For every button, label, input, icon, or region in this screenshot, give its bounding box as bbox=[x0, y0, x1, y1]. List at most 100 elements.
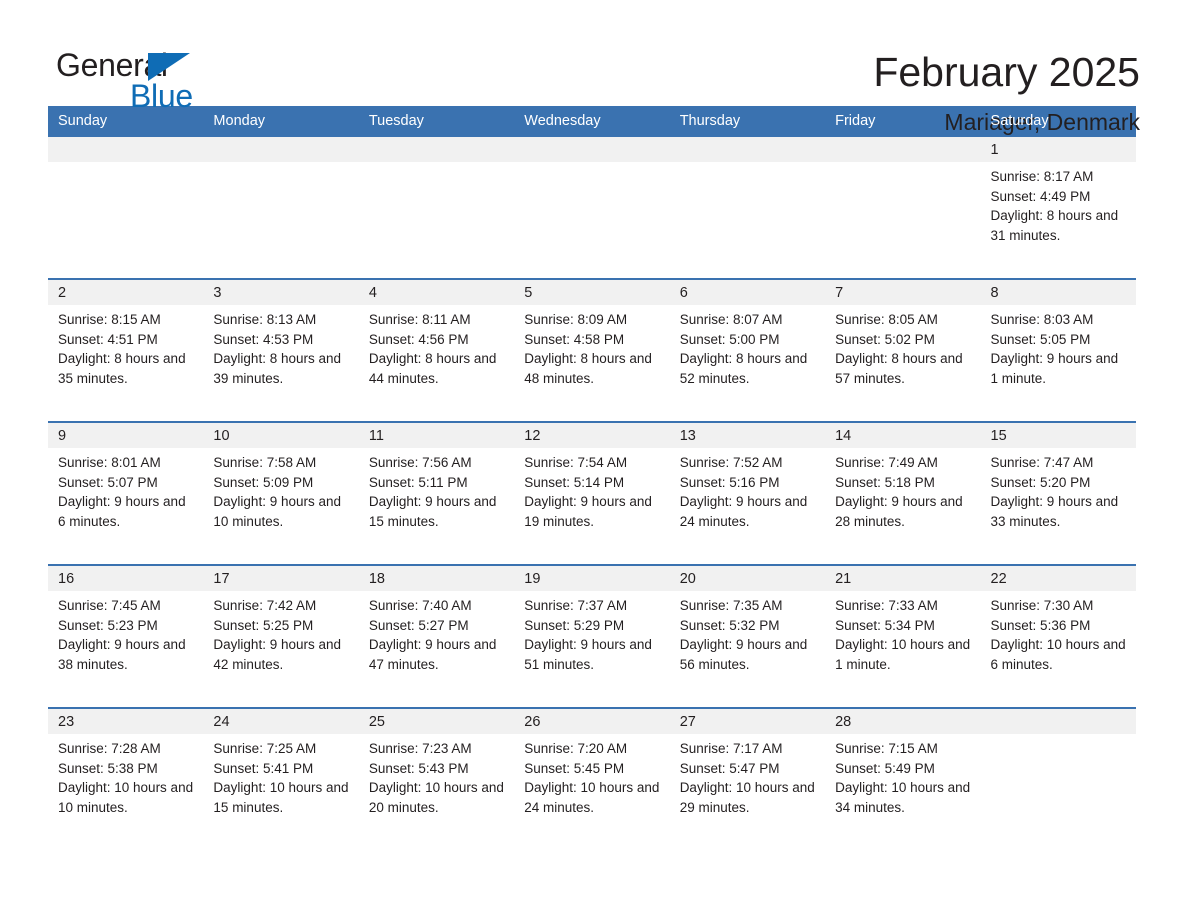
day-cell-inner: 22 Sunrise: 7:30 AM Sunset: 5:36 PM Dayligh… bbox=[980, 566, 1136, 699]
sunrise-text: Sunrise: 7:42 AM bbox=[213, 598, 317, 613]
day-cell-inner bbox=[825, 137, 981, 270]
calendar-day-cell[interactable]: 6 Sunrise: 8:07 AM Sunset: 5:00 PM Daylight… bbox=[669, 278, 826, 413]
day-cell-inner: 25 Sunrise: 7:23 AM Sunset: 5:43 PM Dayligh… bbox=[358, 709, 515, 842]
daylight-text: Daylight: 10 hours and 20 minutes. bbox=[368, 780, 504, 815]
sunrise-text: Sunrise: 8:17 AM bbox=[990, 169, 1094, 184]
day-number bbox=[48, 137, 204, 162]
sunset-text: Sunset: 5:07 PM bbox=[58, 474, 158, 490]
day-cell-inner: 27 Sunrise: 7:17 AM Sunset: 5:47 PM Dayligh… bbox=[669, 709, 826, 842]
calendar-day-cell[interactable]: 2 Sunrise: 8:15 AM Sunset: 4:51 PM Daylight… bbox=[48, 278, 204, 413]
daylight-text: Daylight: 9 hours and 28 minutes. bbox=[835, 494, 963, 529]
day-cell-inner: 20 Sunrise: 7:35 AM Sunset: 5:32 PM Dayligh… bbox=[669, 566, 826, 699]
day-number: 17 bbox=[203, 566, 359, 591]
sunset-text: Sunset: 4:53 PM bbox=[213, 331, 314, 347]
day-cell-inner: 18 Sunrise: 7:40 AM Sunset: 5:27 PM Dayligh… bbox=[358, 566, 515, 699]
calendar-day-cell-empty bbox=[203, 137, 359, 270]
day-details: Sunrise: 7:58 AM Sunset: 5:09 PM Daylight:… bbox=[203, 448, 358, 531]
day-details: Sunrise: 7:40 AM Sunset: 5:27 PM Daylight:… bbox=[359, 591, 514, 674]
day-number: 24 bbox=[203, 709, 359, 734]
sunrise-text: Sunrise: 7:23 AM bbox=[368, 741, 472, 756]
calendar-week-row: 16 Sunrise: 7:45 AM Sunset: 5:23 PM Dayligh… bbox=[48, 564, 1136, 699]
week-spacer-cell bbox=[48, 270, 1136, 279]
calendar-day-cell[interactable]: 19 Sunrise: 7:37 AM Sunset: 5:29 PM Dayligh… bbox=[514, 564, 670, 699]
day-number: 12 bbox=[514, 423, 670, 448]
calendar-day-cell[interactable]: 1 Sunrise: 8:17 AM Sunset: 4:49 PM Daylight… bbox=[980, 137, 1136, 270]
day-cell-inner: 14 Sunrise: 7:49 AM Sunset: 5:18 PM Dayligh… bbox=[825, 423, 981, 556]
sunset-text: Sunset: 5:00 PM bbox=[679, 331, 780, 347]
calendar-day-cell[interactable]: 13 Sunrise: 7:52 AM Sunset: 5:16 PM Dayligh… bbox=[669, 421, 826, 556]
daylight-text: Daylight: 9 hours and 10 minutes. bbox=[213, 494, 341, 529]
calendar-day-cell[interactable]: 10 Sunrise: 7:58 AM Sunset: 5:09 PM Dayligh… bbox=[203, 421, 359, 556]
day-details: Sunrise: 7:20 AM Sunset: 5:45 PM Daylight:… bbox=[514, 734, 669, 817]
week-spacer-cell bbox=[48, 413, 1136, 422]
calendar-day-cell[interactable]: 7 Sunrise: 8:05 AM Sunset: 5:02 PM Daylight… bbox=[825, 278, 981, 413]
calendar-day-cell[interactable]: 3 Sunrise: 8:13 AM Sunset: 4:53 PM Daylight… bbox=[203, 278, 359, 413]
calendar-day-cell[interactable]: 21 Sunrise: 7:33 AM Sunset: 5:34 PM Dayligh… bbox=[825, 564, 981, 699]
day-cell-inner bbox=[514, 137, 670, 270]
day-cell-inner bbox=[48, 137, 204, 270]
calendar-week-row: 9 Sunrise: 8:01 AM Sunset: 5:07 PM Daylight… bbox=[48, 421, 1136, 556]
day-details: Sunrise: 8:13 AM Sunset: 4:53 PM Daylight:… bbox=[203, 305, 358, 388]
daylight-text: Daylight: 9 hours and 6 minutes. bbox=[58, 494, 186, 529]
calendar-day-cell[interactable]: 15 Sunrise: 7:47 AM Sunset: 5:20 PM Dayligh… bbox=[980, 421, 1136, 556]
day-cell-inner: 19 Sunrise: 7:37 AM Sunset: 5:29 PM Dayligh… bbox=[514, 566, 670, 699]
calendar-day-cell[interactable]: 12 Sunrise: 7:54 AM Sunset: 5:14 PM Dayligh… bbox=[514, 421, 670, 556]
week-spacer-cell bbox=[48, 699, 1136, 708]
calendar-day-cell[interactable]: 26 Sunrise: 7:20 AM Sunset: 5:45 PM Dayligh… bbox=[514, 707, 670, 842]
sunrise-text: Sunrise: 8:05 AM bbox=[835, 312, 938, 327]
sunset-text: Sunset: 4:51 PM bbox=[58, 331, 158, 347]
day-details: Sunrise: 7:25 AM Sunset: 5:41 PM Daylight:… bbox=[203, 734, 358, 817]
daylight-text: Daylight: 9 hours and 56 minutes. bbox=[679, 637, 808, 672]
day-details: Sunrise: 7:54 AM Sunset: 5:14 PM Daylight:… bbox=[514, 448, 669, 531]
calendar-day-cell[interactable]: 27 Sunrise: 7:17 AM Sunset: 5:47 PM Dayligh… bbox=[669, 707, 826, 842]
calendar-day-cell[interactable]: 17 Sunrise: 7:42 AM Sunset: 5:25 PM Dayligh… bbox=[203, 564, 359, 699]
calendar-day-cell[interactable]: 14 Sunrise: 7:49 AM Sunset: 5:18 PM Dayligh… bbox=[825, 421, 981, 556]
daylight-text: Daylight: 8 hours and 48 minutes. bbox=[524, 351, 652, 386]
calendar-day-cell[interactable]: 4 Sunrise: 8:11 AM Sunset: 4:56 PM Daylight… bbox=[358, 278, 515, 413]
day-number bbox=[825, 137, 981, 162]
calendar-day-cell[interactable]: 25 Sunrise: 7:23 AM Sunset: 5:43 PM Dayligh… bbox=[358, 707, 515, 842]
sunrise-text: Sunrise: 7:56 AM bbox=[368, 455, 472, 470]
sunrise-text: Sunrise: 7:47 AM bbox=[990, 455, 1094, 470]
sunrise-text: Sunrise: 7:25 AM bbox=[213, 741, 317, 756]
calendar-day-cell[interactable]: 8 Sunrise: 8:03 AM Sunset: 5:05 PM Daylight… bbox=[980, 278, 1136, 413]
day-cell-inner: 3 Sunrise: 8:13 AM Sunset: 4:53 PM Daylight… bbox=[203, 280, 359, 413]
daylight-text: Daylight: 9 hours and 33 minutes. bbox=[990, 494, 1119, 529]
weekday-header-thursday: Thursday bbox=[669, 106, 826, 137]
daylight-text: Daylight: 9 hours and 15 minutes. bbox=[368, 494, 497, 529]
day-number: 6 bbox=[669, 280, 826, 305]
calendar-day-cell-empty bbox=[825, 137, 981, 270]
sunset-text: Sunset: 5:43 PM bbox=[368, 760, 469, 776]
day-details: Sunrise: 7:45 AM Sunset: 5:23 PM Daylight:… bbox=[48, 591, 203, 674]
day-number: 19 bbox=[514, 566, 670, 591]
sunrise-text: Sunrise: 7:35 AM bbox=[679, 598, 783, 613]
calendar-day-cell[interactable]: 24 Sunrise: 7:25 AM Sunset: 5:41 PM Dayligh… bbox=[203, 707, 359, 842]
calendar-day-cell[interactable]: 18 Sunrise: 7:40 AM Sunset: 5:27 PM Dayligh… bbox=[358, 564, 515, 699]
sunrise-text: Sunrise: 7:45 AM bbox=[58, 598, 161, 613]
calendar-day-cell[interactable]: 9 Sunrise: 8:01 AM Sunset: 5:07 PM Daylight… bbox=[48, 421, 204, 556]
generalblue-logo[interactable]: General Blue bbox=[48, 46, 198, 114]
day-number: 4 bbox=[358, 280, 515, 305]
day-details: Sunrise: 7:15 AM Sunset: 5:49 PM Daylight:… bbox=[825, 734, 980, 817]
day-cell-inner: 9 Sunrise: 8:01 AM Sunset: 5:07 PM Daylight… bbox=[48, 423, 204, 556]
day-details: Sunrise: 7:17 AM Sunset: 5:47 PM Daylight:… bbox=[670, 734, 825, 817]
day-number: 2 bbox=[48, 280, 204, 305]
calendar-day-cell[interactable]: 11 Sunrise: 7:56 AM Sunset: 5:11 PM Dayligh… bbox=[358, 421, 515, 556]
daylight-text: Daylight: 9 hours and 24 minutes. bbox=[679, 494, 808, 529]
calendar-day-cell[interactable]: 23 Sunrise: 7:28 AM Sunset: 5:38 PM Dayligh… bbox=[48, 707, 204, 842]
sunset-text: Sunset: 5:34 PM bbox=[835, 617, 935, 633]
day-details: Sunrise: 8:05 AM Sunset: 5:02 PM Daylight:… bbox=[825, 305, 980, 388]
sunrise-text: Sunrise: 8:01 AM bbox=[58, 455, 161, 470]
calendar-day-cell[interactable]: 22 Sunrise: 7:30 AM Sunset: 5:36 PM Dayligh… bbox=[980, 564, 1136, 699]
calendar-day-cell[interactable]: 20 Sunrise: 7:35 AM Sunset: 5:32 PM Dayligh… bbox=[669, 564, 826, 699]
sunset-text: Sunset: 5:29 PM bbox=[524, 617, 625, 633]
sunrise-text: Sunrise: 7:49 AM bbox=[835, 455, 938, 470]
sunset-text: Sunset: 5:11 PM bbox=[368, 474, 468, 490]
sunrise-text: Sunrise: 8:09 AM bbox=[524, 312, 628, 327]
calendar-day-cell[interactable]: 16 Sunrise: 7:45 AM Sunset: 5:23 PM Dayligh… bbox=[48, 564, 204, 699]
day-cell-inner: 11 Sunrise: 7:56 AM Sunset: 5:11 PM Dayligh… bbox=[358, 423, 515, 556]
calendar-day-cell[interactable]: 5 Sunrise: 8:09 AM Sunset: 4:58 PM Daylight… bbox=[514, 278, 670, 413]
week-spacer bbox=[48, 699, 1136, 708]
day-cell-inner: 6 Sunrise: 8:07 AM Sunset: 5:00 PM Daylight… bbox=[669, 280, 826, 413]
calendar-day-cell[interactable]: 28 Sunrise: 7:15 AM Sunset: 5:49 PM Dayligh… bbox=[825, 707, 981, 842]
